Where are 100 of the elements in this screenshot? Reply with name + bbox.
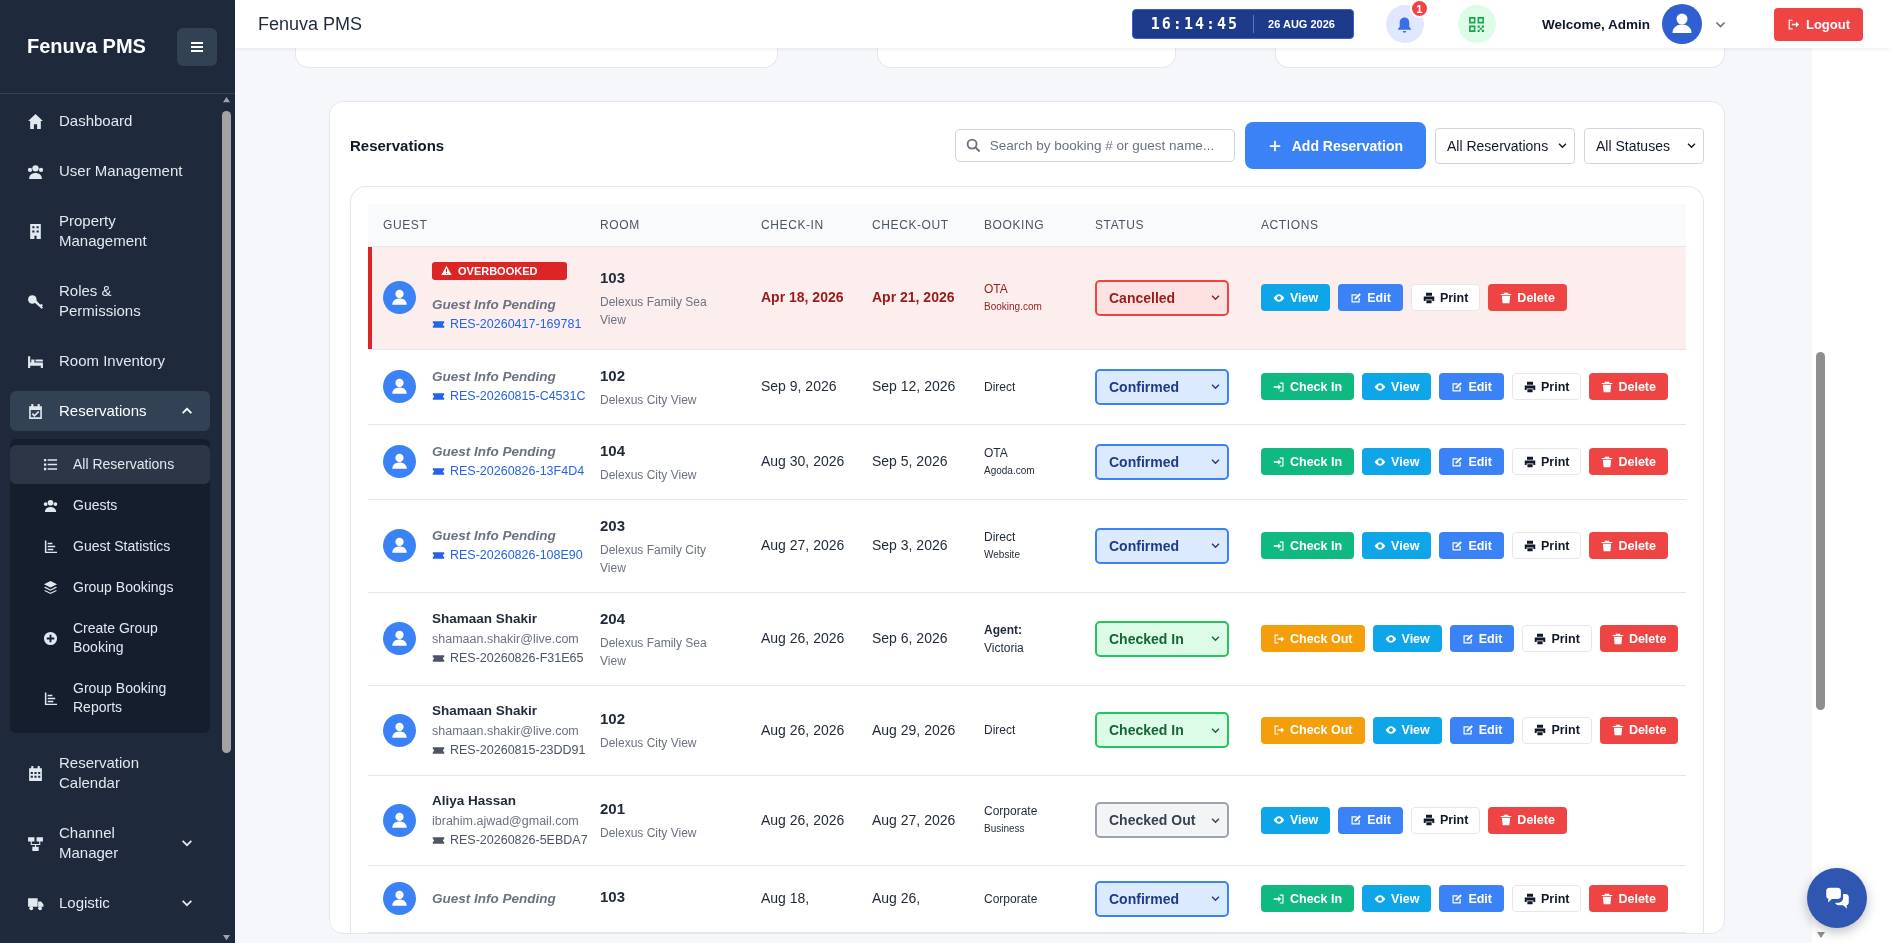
print-button[interactable]: Print xyxy=(1522,716,1592,744)
nav-item[interactable]: Reservations xyxy=(10,391,210,431)
logout-button[interactable]: Logout xyxy=(1773,7,1863,41)
edit-button[interactable]: Edit xyxy=(1439,885,1504,912)
sign-out-icon xyxy=(1273,632,1285,645)
submenu-item[interactable]: Group Bookings xyxy=(10,568,210,607)
print-button[interactable]: Print xyxy=(1410,284,1481,311)
status-dropdown[interactable]: Checked Out xyxy=(1095,802,1229,838)
user-avatar-icon xyxy=(383,281,416,314)
guest-email: ibrahim.ajwad@gmail.com xyxy=(432,812,579,830)
qr-code-button[interactable] xyxy=(1457,5,1496,43)
edit-button[interactable]: Edit xyxy=(1439,448,1504,475)
printer-icon xyxy=(1534,632,1547,645)
check-in-date: Aug 18, xyxy=(761,889,811,908)
view-button[interactable]: View xyxy=(1362,448,1432,475)
nav-item[interactable]: Property Management xyxy=(10,201,210,261)
status-dropdown[interactable]: Checked In xyxy=(1095,712,1229,748)
nav-item[interactable]: User Management xyxy=(10,151,210,191)
check-out-date: Sep 3, 2026 xyxy=(872,536,949,555)
guest-name: Shamaan Shakir xyxy=(432,610,538,628)
room-number: 104 xyxy=(600,440,627,461)
reservation-link[interactable]: RES-20260815-C4531C xyxy=(450,387,586,406)
column-header: BOOKING xyxy=(984,204,1095,246)
view-button[interactable]: View xyxy=(1372,716,1442,744)
nav-item[interactable]: Room Inventory xyxy=(10,341,210,381)
edit-button[interactable]: Edit xyxy=(1338,806,1403,834)
edit-icon xyxy=(1451,892,1464,905)
nav-item[interactable]: Dashboard xyxy=(10,101,210,141)
room-type: Delexus City View xyxy=(600,735,698,752)
view-button[interactable]: View xyxy=(1372,625,1442,652)
clock-time: 16:14:45 xyxy=(1150,15,1240,33)
home-icon xyxy=(27,112,44,130)
scrollbar-thumb[interactable] xyxy=(1816,352,1825,710)
edit-button[interactable]: Edit xyxy=(1338,284,1403,311)
submenu-item[interactable]: All Reservations xyxy=(10,445,210,484)
print-button[interactable]: Print xyxy=(1410,806,1481,834)
delete-button[interactable]: Delete xyxy=(1599,716,1679,744)
menu-button[interactable] xyxy=(177,27,217,66)
status-dropdown[interactable]: Checked In xyxy=(1095,620,1229,657)
edit-icon xyxy=(1451,455,1464,468)
submenu-item[interactable]: Guests xyxy=(10,486,210,525)
user-avatar-icon xyxy=(1661,4,1702,44)
booking-source: Direct xyxy=(984,528,1017,546)
nav-item[interactable]: Roles & Permissions xyxy=(10,271,210,331)
edit-button[interactable]: Edit xyxy=(1439,373,1504,400)
status-dropdown[interactable]: Confirmed xyxy=(1095,527,1229,564)
view-button[interactable]: View xyxy=(1362,532,1432,559)
bell-icon xyxy=(1396,15,1414,33)
submenu-item[interactable]: Group Booking Reports xyxy=(10,669,210,727)
nav-item[interactable]: Logistic xyxy=(10,883,210,923)
user-avatar-icon xyxy=(383,622,416,655)
submenu-item[interactable]: Create Group Booking xyxy=(10,609,210,667)
reservation-link[interactable]: RES-20260417-169781 xyxy=(450,314,582,334)
delete-button[interactable]: Delete xyxy=(1589,373,1668,400)
view-button[interactable]: View xyxy=(1261,806,1331,834)
view-button[interactable]: View xyxy=(1261,284,1331,311)
print-button[interactable]: Print xyxy=(1512,373,1582,400)
scrollbar-thumb[interactable] xyxy=(221,111,231,753)
reservation-link[interactable]: RES-20260826-13F4D4 xyxy=(450,462,585,481)
status-dropdown[interactable]: Confirmed xyxy=(1095,880,1229,917)
column-header: GUEST xyxy=(368,204,600,246)
edit-button[interactable]: Edit xyxy=(1449,625,1515,652)
guest-name: Aliya Hassan xyxy=(432,791,517,810)
eye-icon xyxy=(1374,380,1387,393)
badge-text: OVERBOOKED xyxy=(458,264,538,277)
printer-icon xyxy=(1422,814,1435,826)
print-button[interactable]: Print xyxy=(1522,625,1592,652)
edit-button[interactable]: Edit xyxy=(1439,532,1504,559)
delete-button[interactable]: Delete xyxy=(1488,806,1567,834)
notification-button[interactable] xyxy=(1385,5,1424,43)
edit-icon xyxy=(1350,814,1363,826)
delete-button[interactable]: Delete xyxy=(1599,625,1679,652)
delete-button[interactable]: Delete xyxy=(1488,284,1567,311)
nav-item[interactable]: Channel Manager xyxy=(10,813,210,873)
plus-icon xyxy=(1267,138,1282,153)
check-out-date: Sep 12, 2026 xyxy=(872,377,956,396)
nav-item[interactable]: Reservation Calendar xyxy=(10,743,210,803)
trash-icon xyxy=(1601,455,1614,468)
edit-button[interactable]: Edit xyxy=(1449,716,1515,744)
guest-name: Shamaan Shakir xyxy=(432,701,538,720)
filter-dropdown[interactable]: All Reservations xyxy=(1435,127,1575,164)
view-button[interactable]: View xyxy=(1362,885,1432,912)
trash-icon xyxy=(1601,380,1614,393)
print-button[interactable]: Print xyxy=(1512,885,1582,912)
delete-button[interactable]: Delete xyxy=(1589,448,1668,475)
status-dropdown[interactable]: Confirmed xyxy=(1095,368,1229,405)
submenu-item[interactable]: Guest Statistics xyxy=(10,527,210,566)
view-button[interactable]: View xyxy=(1362,373,1432,400)
filter-dropdown[interactable]: All Statuses xyxy=(1584,127,1704,164)
print-button[interactable]: Print xyxy=(1512,532,1582,559)
reservation-number: RES-20260826-F31E65 xyxy=(450,650,584,667)
search-field[interactable]: Search by booking # or guest name... xyxy=(954,129,1235,162)
print-button[interactable]: Print xyxy=(1512,448,1582,475)
delete-button[interactable]: Delete xyxy=(1589,885,1668,912)
add-reservation-button[interactable]: Add Reservation xyxy=(1244,122,1426,169)
reservation-link[interactable]: RES-20260826-108E90 xyxy=(450,546,583,565)
ticket-icon xyxy=(432,465,445,478)
status-dropdown[interactable]: Confirmed xyxy=(1095,443,1229,480)
delete-button[interactable]: Delete xyxy=(1589,532,1668,559)
status-dropdown[interactable]: Cancelled xyxy=(1095,279,1229,316)
